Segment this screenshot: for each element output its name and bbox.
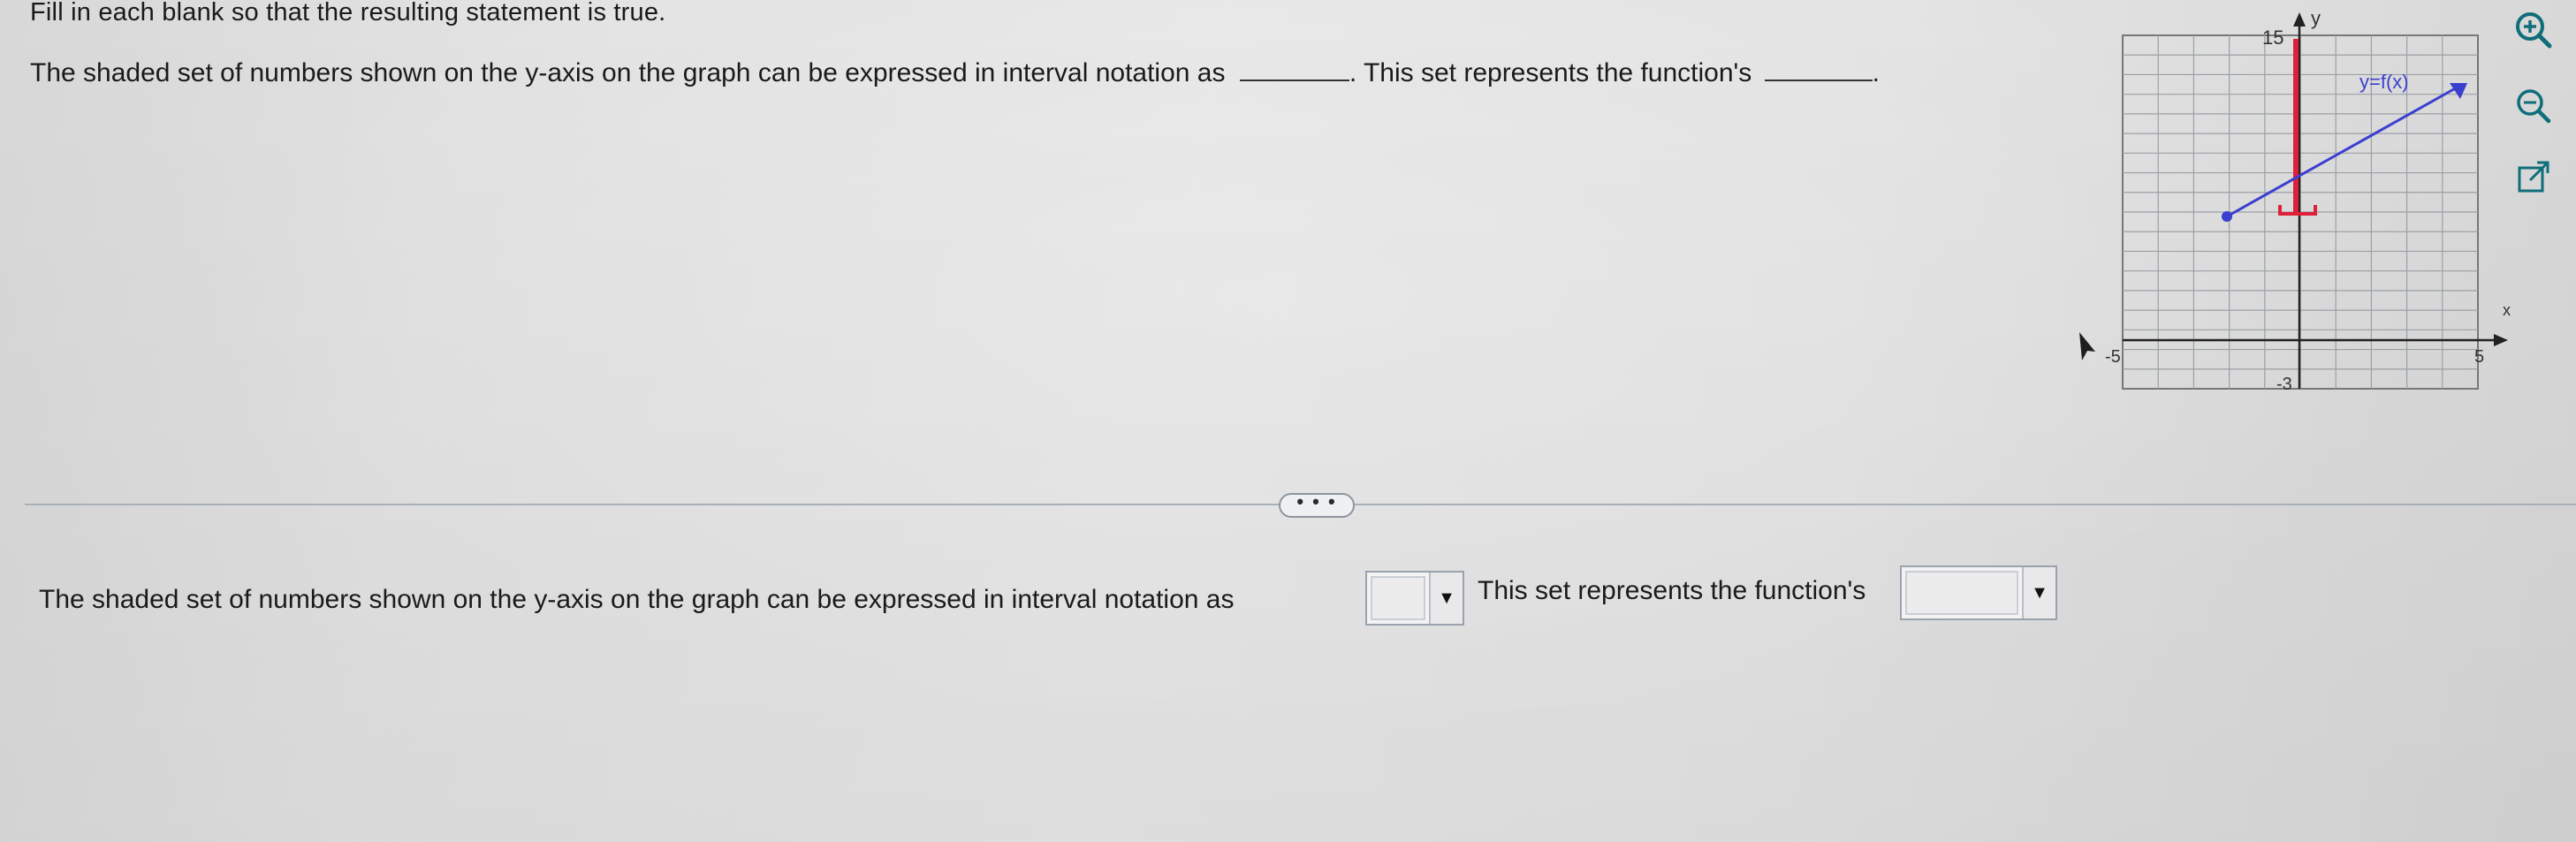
question-blank-2	[1764, 58, 1873, 81]
mouse-cursor-icon	[2079, 332, 2095, 360]
question-blank-1	[1239, 58, 1349, 81]
x-axis-label: x	[2503, 301, 2511, 319]
x-left-tick-label: -5	[2105, 347, 2121, 367]
zoom-out-icon[interactable]	[2512, 85, 2555, 127]
interval-notation-field[interactable]	[1371, 576, 1425, 620]
triangle-down-icon[interactable]: ▼	[2022, 567, 2055, 618]
x-right-tick-label: 5	[2474, 347, 2484, 367]
more-options-button[interactable]: • • •	[1279, 492, 1355, 518]
external-link-icon[interactable]	[2512, 157, 2555, 200]
y-axis-arrow	[2293, 12, 2306, 27]
function-graph: y x 15 -3 -5 5 y=f(x)	[2105, 7, 2511, 394]
function-property-field[interactable]	[1905, 571, 2018, 615]
function-line	[2226, 85, 2459, 218]
y-bottom-tick-label: -3	[2276, 375, 2292, 394]
zoom-in-icon[interactable]	[2512, 9, 2555, 51]
question-statement: The shaded set of numbers shown on the y…	[30, 58, 1880, 88]
function-line-group	[2222, 83, 2467, 222]
triangle-down-icon[interactable]: ▼	[1429, 573, 1463, 624]
y-axis-label: y	[2311, 7, 2321, 29]
question-end: .	[1872, 58, 1880, 87]
question-part1: The shaded set of numbers shown on the y…	[30, 58, 1226, 87]
shaded-y-range	[2278, 39, 2317, 216]
instruction-text: Fill in each blank so that the resulting…	[30, 0, 666, 27]
interval-notation-select[interactable]: ▼	[1365, 571, 1464, 626]
function-property-select[interactable]: ▼	[1900, 565, 2057, 620]
axes	[2123, 12, 2508, 389]
question-part2: . This set represents the function's	[1349, 58, 1752, 87]
answer-text-1: The shaded set of numbers shown on the y…	[39, 585, 1235, 614]
x-axis-arrow	[2494, 334, 2508, 346]
answer-text-2: This set represents the function's	[1478, 576, 1866, 605]
function-endpoint	[2222, 211, 2232, 222]
y-top-tick-label: 15	[2262, 27, 2283, 49]
function-label: y=f(x)	[2359, 71, 2409, 93]
